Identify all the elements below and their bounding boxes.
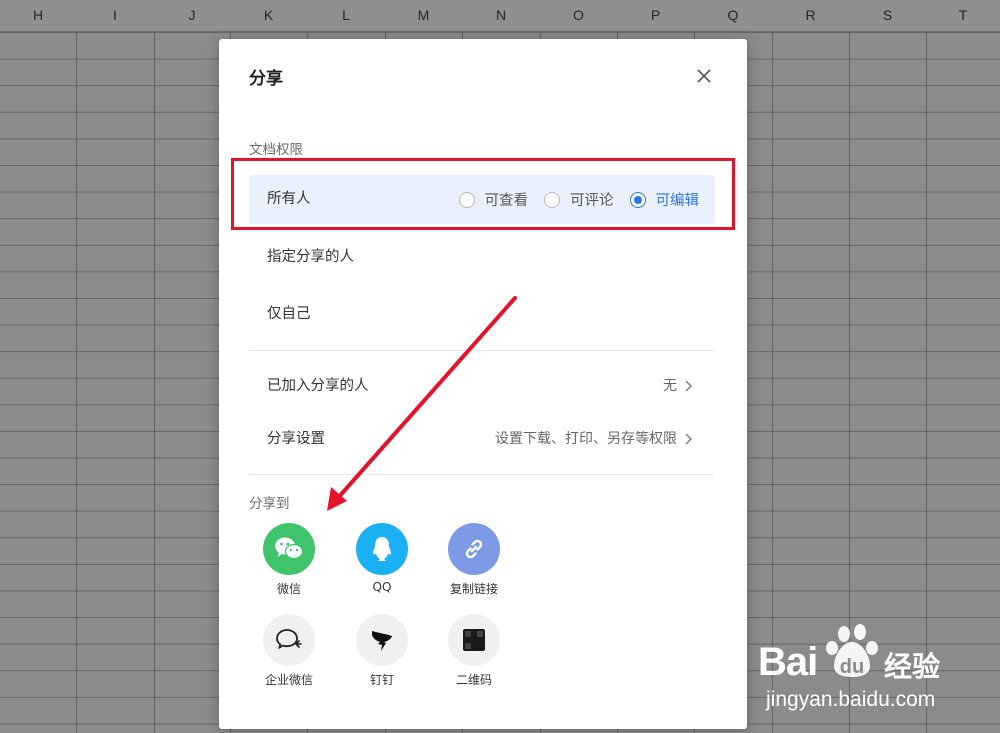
- chevron-right-icon: [685, 433, 692, 445]
- highlight-annotation-box: [231, 158, 735, 230]
- wecom-icon: [263, 614, 315, 666]
- share-item-label: 企业微信: [264, 673, 313, 687]
- watermark-brand-suffix: 经验: [884, 650, 941, 683]
- share-dialog: 分享 文档权限 所有人 可查看 可评论 可编辑 指定分享的人 仅自己 已加入分享…: [219, 39, 747, 729]
- setting-value: 无: [663, 378, 677, 394]
- column-header[interactable]: J: [154, 0, 230, 31]
- share-dingtalk-button[interactable]: 钉钉: [336, 614, 428, 688]
- divider: [249, 350, 715, 351]
- permission-row-label: 指定分享的人: [267, 249, 354, 265]
- dingtalk-icon: [356, 614, 408, 666]
- column-header[interactable]: T: [926, 0, 1000, 31]
- copy-link-button[interactable]: 复制链接: [428, 523, 520, 597]
- setting-value: 设置下载、打印、另存等权限: [495, 431, 677, 447]
- dialog-title: 分享: [249, 69, 283, 89]
- chevron-right-icon: [685, 380, 692, 392]
- column-header[interactable]: L: [307, 0, 385, 31]
- watermark-url: jingyan.baidu.com: [766, 688, 936, 711]
- share-item-label: 微信: [276, 582, 301, 596]
- share-wechat-button[interactable]: 微信: [243, 523, 335, 597]
- qrcode-icon: [448, 614, 500, 666]
- share-qq-button[interactable]: QQ: [336, 523, 428, 594]
- setting-label: 已加入分享的人: [267, 378, 369, 394]
- share-wecom-button[interactable]: 企业微信: [243, 614, 335, 688]
- divider: [249, 474, 715, 475]
- column-header[interactable]: S: [849, 0, 926, 31]
- setting-label: 分享设置: [267, 431, 325, 447]
- column-header[interactable]: M: [385, 0, 462, 31]
- permission-row-specified[interactable]: 指定分享的人: [249, 233, 715, 282]
- column-header[interactable]: K: [230, 0, 307, 31]
- joined-members-row[interactable]: 已加入分享的人 无: [249, 366, 715, 406]
- column-header[interactable]: R: [772, 0, 849, 31]
- column-header[interactable]: N: [462, 0, 540, 31]
- share-to-section-label: 分享到: [249, 496, 290, 512]
- permission-section-label: 文档权限: [249, 142, 303, 158]
- qq-icon: [356, 523, 408, 575]
- share-settings-row[interactable]: 分享设置 设置下载、打印、另存等权限: [249, 419, 715, 459]
- share-item-label: 二维码: [455, 673, 492, 687]
- share-item-label: 钉钉: [369, 673, 394, 687]
- column-header[interactable]: P: [617, 0, 694, 31]
- close-icon[interactable]: [693, 65, 715, 87]
- column-header[interactable]: I: [76, 0, 154, 31]
- svg-text:du: du: [840, 656, 864, 678]
- column-header-row: H I J K L M N O P Q R S T: [0, 0, 1000, 32]
- column-header[interactable]: H: [0, 0, 76, 31]
- wechat-icon: [263, 523, 315, 575]
- watermark-brand: Bai: [758, 640, 818, 684]
- link-icon: [448, 523, 500, 575]
- column-header[interactable]: Q: [694, 0, 772, 31]
- qrcode-button[interactable]: 二维码: [428, 614, 520, 688]
- column-header[interactable]: O: [540, 0, 617, 31]
- permission-row-label: 仅自己: [267, 306, 311, 322]
- permission-row-only-me[interactable]: 仅自己: [249, 290, 715, 339]
- share-item-label: QQ: [372, 580, 392, 594]
- share-item-label: 复制链接: [449, 582, 498, 596]
